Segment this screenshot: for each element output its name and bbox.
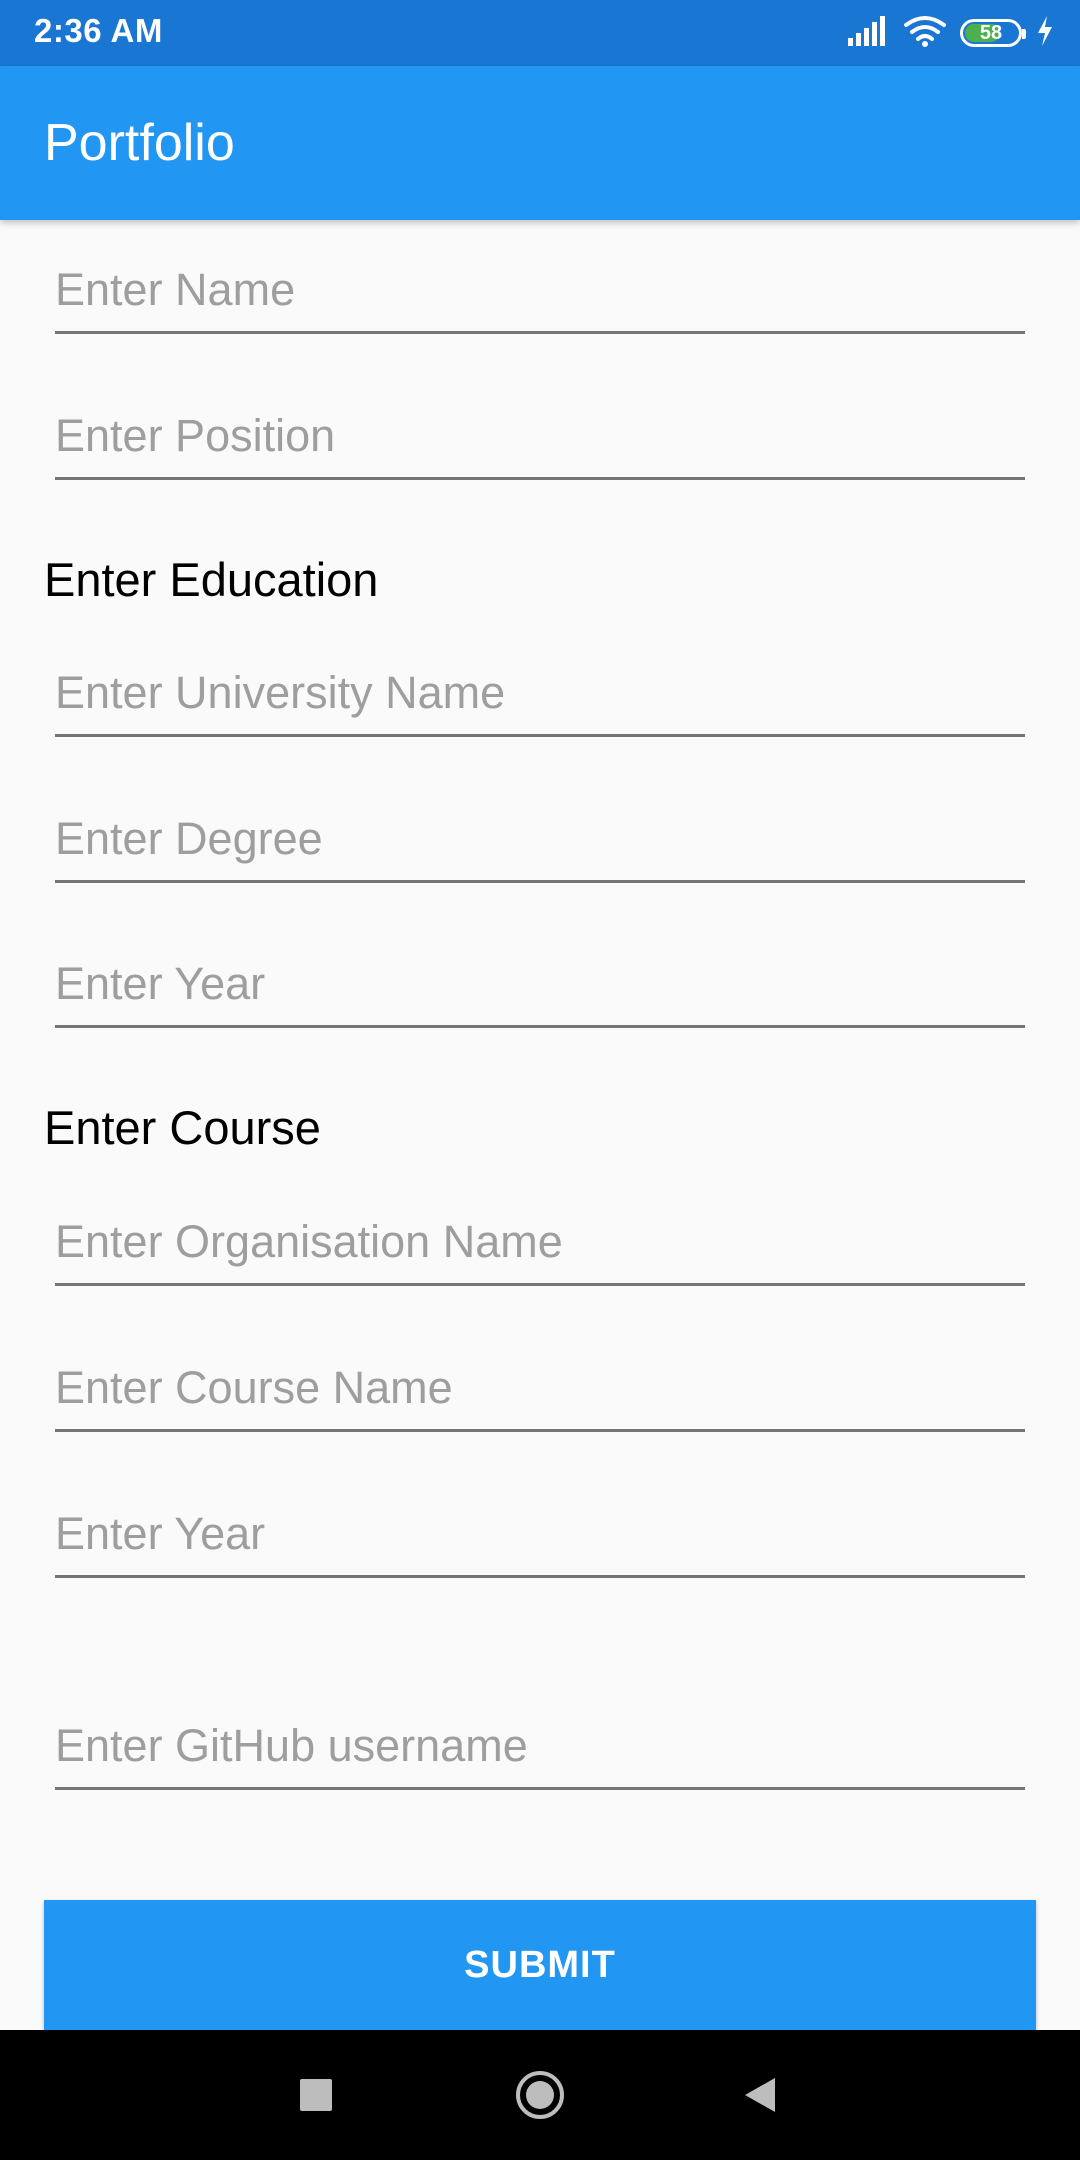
organisation-input[interactable] xyxy=(55,1206,1025,1278)
app-bar: Portfolio xyxy=(0,66,1080,220)
back-icon xyxy=(745,2078,775,2112)
course-name-input[interactable] xyxy=(55,1352,1025,1424)
position-input[interactable] xyxy=(55,400,1025,472)
position-field xyxy=(55,400,1025,480)
submit-button[interactable]: SUBMIT xyxy=(44,1900,1036,2030)
recents-button[interactable] xyxy=(251,2030,381,2160)
course-year-input[interactable] xyxy=(55,1498,1025,1570)
navigation-bar xyxy=(0,2030,1080,2160)
university-field xyxy=(55,657,1025,737)
battery-icon: 58 xyxy=(960,19,1026,47)
status-bar: 2:36 AM 58 xyxy=(0,0,1080,66)
home-icon xyxy=(516,2071,564,2119)
university-input[interactable] xyxy=(55,657,1025,729)
back-button[interactable] xyxy=(695,2030,825,2160)
education-year-input[interactable] xyxy=(55,948,1025,1020)
app-title: Portfolio xyxy=(44,114,235,172)
home-button[interactable] xyxy=(475,2030,605,2160)
name-input[interactable] xyxy=(55,254,1025,326)
signal-icon xyxy=(848,15,890,51)
battery-tip xyxy=(1022,29,1026,39)
education-year-field xyxy=(55,948,1025,1028)
education-heading: Enter Education xyxy=(44,553,379,606)
course-name-field xyxy=(55,1352,1025,1432)
course-year-field xyxy=(55,1498,1025,1578)
github-field xyxy=(55,1710,1025,1790)
charging-icon xyxy=(1036,15,1054,51)
degree-input[interactable] xyxy=(55,803,1025,875)
course-heading: Enter Course xyxy=(44,1101,321,1154)
name-field xyxy=(55,254,1025,334)
degree-field xyxy=(55,803,1025,883)
screen: 2:36 AM 58 Portfolio Enter Name Enter Po… xyxy=(0,0,1080,2160)
recents-icon xyxy=(300,2079,332,2111)
organisation-field xyxy=(55,1206,1025,1286)
github-input[interactable] xyxy=(55,1710,1025,1782)
status-icons: 58 xyxy=(848,14,1054,52)
status-time: 2:36 AM xyxy=(34,12,163,49)
wifi-icon xyxy=(904,15,946,52)
battery-level: 58 xyxy=(979,21,1003,44)
